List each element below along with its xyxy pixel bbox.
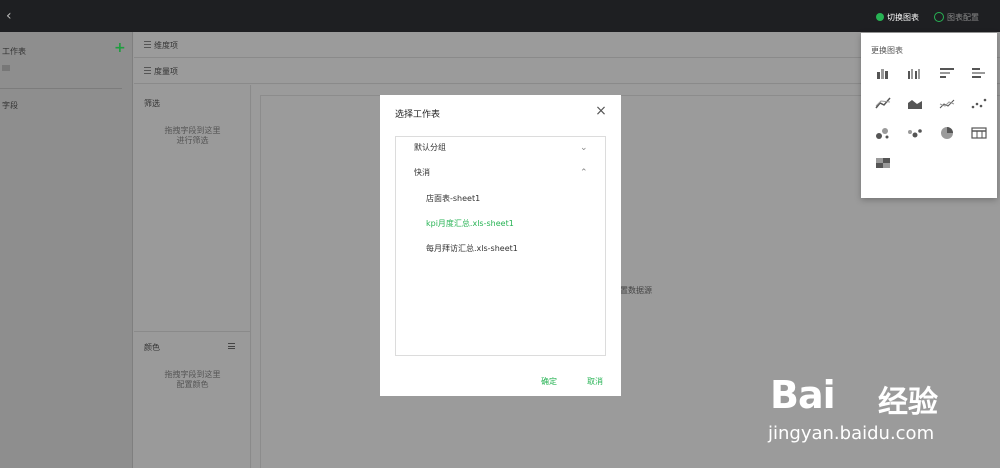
list-icon: [144, 41, 151, 48]
list-icon: [144, 67, 151, 74]
divider: [134, 331, 251, 332]
chart-switch-icon: [876, 13, 884, 21]
add-worksheet-icon[interactable]: +: [114, 40, 126, 56]
switch-chart-button[interactable]: 切换图表: [876, 10, 919, 24]
color-title: 颜色: [144, 343, 160, 352]
tree-group-kuaixiao[interactable]: 快消 ⌃: [396, 166, 605, 180]
group-label: 默认分组: [414, 143, 446, 152]
horizontal-bar-icon[interactable]: [939, 66, 955, 80]
fields-title: 字段: [2, 101, 18, 110]
close-icon[interactable]: ×: [594, 104, 608, 118]
bubble-icon[interactable]: [875, 126, 891, 140]
back-arrow-icon[interactable]: ‹: [6, 8, 20, 24]
dimension-label: 维度项: [154, 41, 178, 50]
heatmap-icon[interactable]: [875, 156, 891, 170]
chart-switch-popup: 更换图表: [861, 33, 997, 198]
cancel-button[interactable]: 取消: [587, 376, 603, 387]
filter-hint-line1: 拖拽字段到这里: [164, 126, 221, 135]
chevron-up-icon: ⌃: [580, 168, 588, 178]
dialog-title: 选择工作表: [395, 110, 441, 120]
dot-icon[interactable]: [907, 126, 923, 140]
scatter-icon[interactable]: [971, 96, 987, 110]
watermark-brand: Bai: [770, 373, 836, 417]
line-icon[interactable]: [875, 96, 891, 110]
stacked-bar-icon[interactable]: [907, 66, 923, 80]
ok-button[interactable]: 确定: [541, 376, 557, 387]
top-bar: ‹ 切换图表 图表配置: [0, 0, 1000, 32]
multi-line-icon[interactable]: [939, 96, 955, 110]
color-hint-line1: 拖拽字段到这里: [164, 370, 221, 379]
select-worksheet-dialog: 选择工作表 × 默认分组 ⌄ 快消 ⌃ 店面表-sheet1 kpi月度汇总.x…: [380, 95, 621, 396]
color-hint-line2: 配置颜色: [176, 380, 209, 389]
area-icon[interactable]: [907, 96, 923, 110]
left-panel: 工作表 + 字段: [0, 32, 133, 468]
watermark-url: jingyan.baidu.com: [768, 423, 935, 444]
item-label: 店面表-sheet1: [426, 194, 481, 203]
switch-chart-label: 切换图表: [887, 12, 919, 22]
worksheet-tree: 默认分组 ⌄ 快消 ⌃ 店面表-sheet1 kpi月度汇总.xls-sheet…: [395, 136, 606, 356]
filter-column: 筛选 拖拽字段到这里 进行筛选 颜色 拖拽字段到这里 配置颜色: [134, 85, 251, 468]
chart-config-button[interactable]: 图表配置: [934, 10, 979, 24]
horizontal-stacked-bar-icon[interactable]: [971, 66, 987, 80]
group-label: 快消: [414, 168, 430, 177]
chevron-down-icon: ⌄: [580, 143, 588, 153]
tree-item[interactable]: 每月拜访汇总.xls-sheet1: [396, 242, 605, 256]
baidu-watermark: Bai 经验 jingyan.baidu.com: [760, 355, 990, 455]
menu-icon[interactable]: [228, 343, 235, 349]
worksheet-title: 工作表: [2, 47, 26, 56]
watermark-brand2: 经验: [878, 385, 938, 420]
worksheet-table-icon: [2, 65, 10, 71]
table-icon[interactable]: [971, 126, 987, 140]
item-label: 每月拜访汇总.xls-sheet1: [426, 244, 518, 253]
grouped-bar-icon[interactable]: [875, 66, 891, 80]
item-label: kpi月度汇总.xls-sheet1: [426, 219, 514, 228]
measure-label: 度量项: [154, 67, 178, 76]
filter-hint-line2: 进行筛选: [176, 136, 209, 145]
pie-icon[interactable]: [939, 126, 955, 140]
tree-item[interactable]: 店面表-sheet1: [396, 192, 605, 206]
divider: [0, 88, 122, 89]
popup-title: 更换图表: [871, 46, 903, 55]
tree-item-selected[interactable]: kpi月度汇总.xls-sheet1: [396, 217, 605, 231]
chart-config-label: 图表配置: [947, 12, 979, 22]
gear-icon: [934, 12, 944, 22]
filter-title: 筛选: [144, 99, 160, 108]
tree-group-default[interactable]: 默认分组 ⌄: [396, 141, 605, 155]
